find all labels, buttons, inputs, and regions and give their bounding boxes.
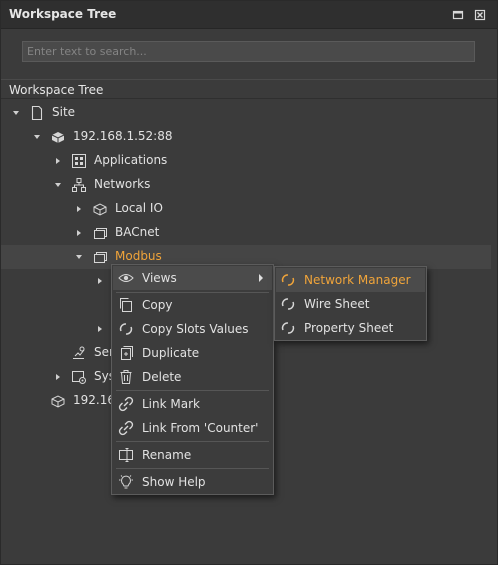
menu-item-link-from[interactable]: Link From 'Counter' (113, 416, 272, 440)
station-icon (51, 132, 65, 143)
local-io-icon (93, 203, 107, 216)
menu-item-copy[interactable]: Copy (113, 293, 272, 317)
menu-item-rename[interactable]: Rename (113, 443, 272, 467)
menu-item-delete[interactable]: Delete (113, 365, 272, 389)
views-submenu: Network Manager Wire Sheet Property Shee… (274, 266, 427, 341)
collapsed-arrow-icon[interactable] (53, 372, 63, 382)
tree-item-bacnet[interactable]: BACnet (1, 221, 491, 245)
menu-item-duplicate[interactable]: Duplicate (113, 341, 272, 365)
tree-item-station[interactable]: 192.168.1.52:88 (1, 125, 491, 149)
menu-item-views[interactable]: Views (113, 266, 272, 290)
view-icon (281, 298, 295, 310)
tree-item-applications[interactable]: Applications (1, 149, 491, 173)
submenu-item-property-sheet[interactable]: Property Sheet (276, 316, 425, 340)
lightbulb-icon (119, 475, 133, 489)
link-from-icon (118, 420, 134, 436)
tree-item-networks[interactable]: Networks (1, 173, 491, 197)
tree-label-bacnet: BACnet (115, 225, 160, 239)
expanded-arrow-icon[interactable] (11, 108, 21, 118)
trash-icon (120, 370, 132, 384)
view-icon (281, 322, 295, 334)
submenu-item-wire-sheet[interactable]: Wire Sheet (276, 292, 425, 316)
menu-label-views: Views (142, 271, 177, 285)
menu-item-show-help[interactable]: Show Help (113, 470, 272, 494)
menu-label-copy: Copy (142, 298, 173, 312)
submenu-label-property-sheet: Property Sheet (304, 321, 394, 335)
tree-label-site: Site (52, 105, 76, 119)
duplicate-icon (121, 346, 133, 360)
search-area (1, 30, 497, 76)
search-input[interactable] (22, 41, 475, 62)
menu-separator (116, 441, 269, 442)
collapsed-arrow-icon[interactable] (53, 156, 63, 166)
link-icon (118, 396, 134, 412)
networks-icon (72, 178, 86, 192)
submenu-label-wire-sheet: Wire Sheet (304, 297, 370, 311)
expanded-arrow-icon[interactable] (53, 180, 63, 190)
submenu-arrow-icon (259, 274, 263, 282)
collapsed-arrow-icon[interactable] (95, 324, 105, 334)
tree-label-local-io: Local IO (115, 201, 163, 215)
station-offline-icon (51, 395, 65, 408)
close-icon[interactable] (472, 7, 488, 23)
expanded-arrow-icon[interactable] (32, 132, 42, 142)
site-icon (31, 105, 43, 121)
menu-label-delete: Delete (142, 370, 182, 384)
menu-separator (116, 390, 269, 391)
tree-item-local-io[interactable]: Local IO (1, 197, 491, 221)
menu-label-show-help: Show Help (142, 475, 206, 489)
rename-icon (119, 448, 133, 462)
tree-label-station: 192.168.1.52:88 (73, 129, 173, 143)
menu-label-copy-slots: Copy Slots Values (142, 322, 249, 336)
eye-icon (118, 274, 134, 282)
panel-titlebar: Workspace Tree (1, 1, 497, 29)
tree-item-site[interactable]: Site (1, 101, 491, 125)
bacnet-icon (94, 228, 107, 239)
tree-label-modbus: Modbus (115, 249, 162, 263)
menu-label-rename: Rename (142, 448, 192, 462)
system-icon (72, 371, 86, 384)
menu-label-link-mark: Link Mark (142, 397, 200, 411)
collapsed-arrow-icon[interactable] (74, 228, 84, 238)
applications-icon (72, 154, 86, 168)
panel-title: Workspace Tree (9, 7, 117, 21)
menu-item-link-mark[interactable]: Link Mark (113, 392, 272, 416)
context-menu: Views Copy Copy Slots Values Duplicate D… (111, 264, 274, 495)
section-header: Workspace Tree (1, 79, 497, 99)
restore-icon[interactable] (450, 7, 466, 23)
section-header-label: Workspace Tree (9, 83, 104, 97)
menu-item-copy-slots[interactable]: Copy Slots Values (113, 317, 272, 341)
menu-label-duplicate: Duplicate (142, 346, 200, 360)
collapsed-arrow-icon[interactable] (95, 276, 105, 286)
copy-icon (120, 298, 132, 312)
menu-label-link-from: Link From 'Counter' (142, 421, 259, 435)
submenu-label-network-manager: Network Manager (304, 273, 411, 287)
copy-slots-icon (119, 323, 133, 335)
tree-label-networks: Networks (94, 177, 151, 191)
modbus-icon (94, 252, 107, 263)
menu-separator (116, 468, 269, 469)
submenu-item-network-manager[interactable]: Network Manager (276, 268, 425, 292)
tree-label-station-2: 192.16 (73, 393, 115, 407)
collapsed-arrow-icon[interactable] (74, 204, 84, 214)
tree-label-applications: Applications (94, 153, 168, 167)
expanded-arrow-icon[interactable] (74, 252, 84, 262)
services-icon (73, 346, 85, 359)
view-icon (281, 274, 295, 286)
